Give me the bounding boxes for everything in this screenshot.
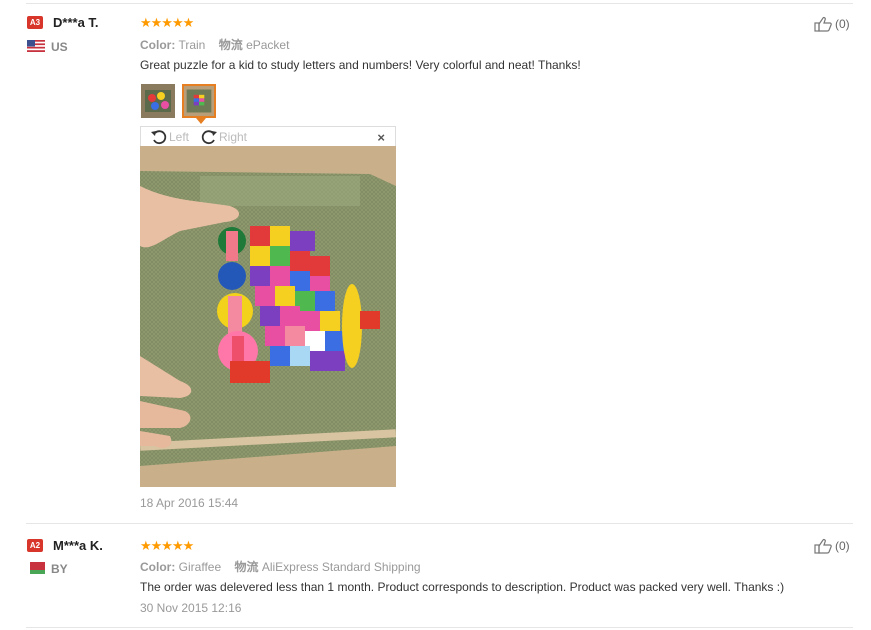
- buyer-country: BY: [51, 562, 68, 576]
- photo-viewer-toolbar: Left Right ×: [140, 126, 396, 146]
- review-text: The order was delevered less than 1 mont…: [140, 580, 785, 594]
- review-text: Great puzzle for a kid to study letters …: [140, 58, 581, 72]
- divider-top: [26, 3, 853, 4]
- buyer-country: US: [51, 40, 68, 54]
- buyer-name: D***a T.: [53, 15, 99, 30]
- color-label: Color:: [140, 38, 176, 52]
- review-photo-large: [140, 146, 396, 487]
- rotate-left-button[interactable]: Left: [150, 129, 189, 145]
- helpful-count: (0): [835, 17, 850, 31]
- rotate-right-button[interactable]: Right: [200, 129, 247, 145]
- rating-stars: ★★★★★: [140, 538, 194, 553]
- by-flag-icon: [27, 562, 45, 574]
- logistics-value: ePacket: [246, 38, 290, 52]
- buyer-level-badge: A3: [27, 16, 43, 29]
- review-photo-thumbnail-selected[interactable]: [182, 84, 216, 118]
- rotate-right-label: Right: [219, 130, 248, 144]
- thumbs-up-icon: [814, 539, 832, 554]
- color-value: Giraffee: [178, 560, 222, 574]
- rotate-left-icon: [151, 130, 167, 145]
- selected-indicator: [196, 118, 206, 124]
- helpful-button[interactable]: (0): [814, 16, 850, 32]
- review-attributes: Color: Giraffee 物流 AliExpress Standard S…: [140, 558, 421, 575]
- logistics-label: 物流: [234, 560, 259, 574]
- divider-bottom: [26, 627, 853, 628]
- us-flag-icon: [27, 40, 45, 52]
- review-photo-thumbnail[interactable]: [141, 84, 175, 118]
- color-value: Train: [178, 38, 206, 52]
- thumbs-up-icon: [814, 17, 832, 32]
- buyer-name: M***a K.: [53, 538, 103, 553]
- buyer-level-badge: A2: [27, 539, 43, 552]
- review-attributes: Color: Train 物流 ePacket: [140, 36, 289, 53]
- rating-stars: ★★★★★: [140, 15, 194, 30]
- helpful-button[interactable]: (0): [814, 538, 850, 554]
- rotate-right-icon: [201, 130, 217, 145]
- logistics-label: 物流: [218, 38, 243, 52]
- rotate-left-label: Left: [169, 130, 190, 144]
- divider: [26, 523, 853, 524]
- close-icon[interactable]: ×: [377, 130, 385, 145]
- review-date: 30 Nov 2015 12:16: [140, 601, 242, 615]
- review-date: 18 Apr 2016 15:44: [140, 496, 239, 510]
- helpful-count: (0): [835, 539, 850, 553]
- color-label: Color:: [140, 560, 176, 574]
- logistics-value: AliExpress Standard Shipping: [261, 560, 421, 574]
